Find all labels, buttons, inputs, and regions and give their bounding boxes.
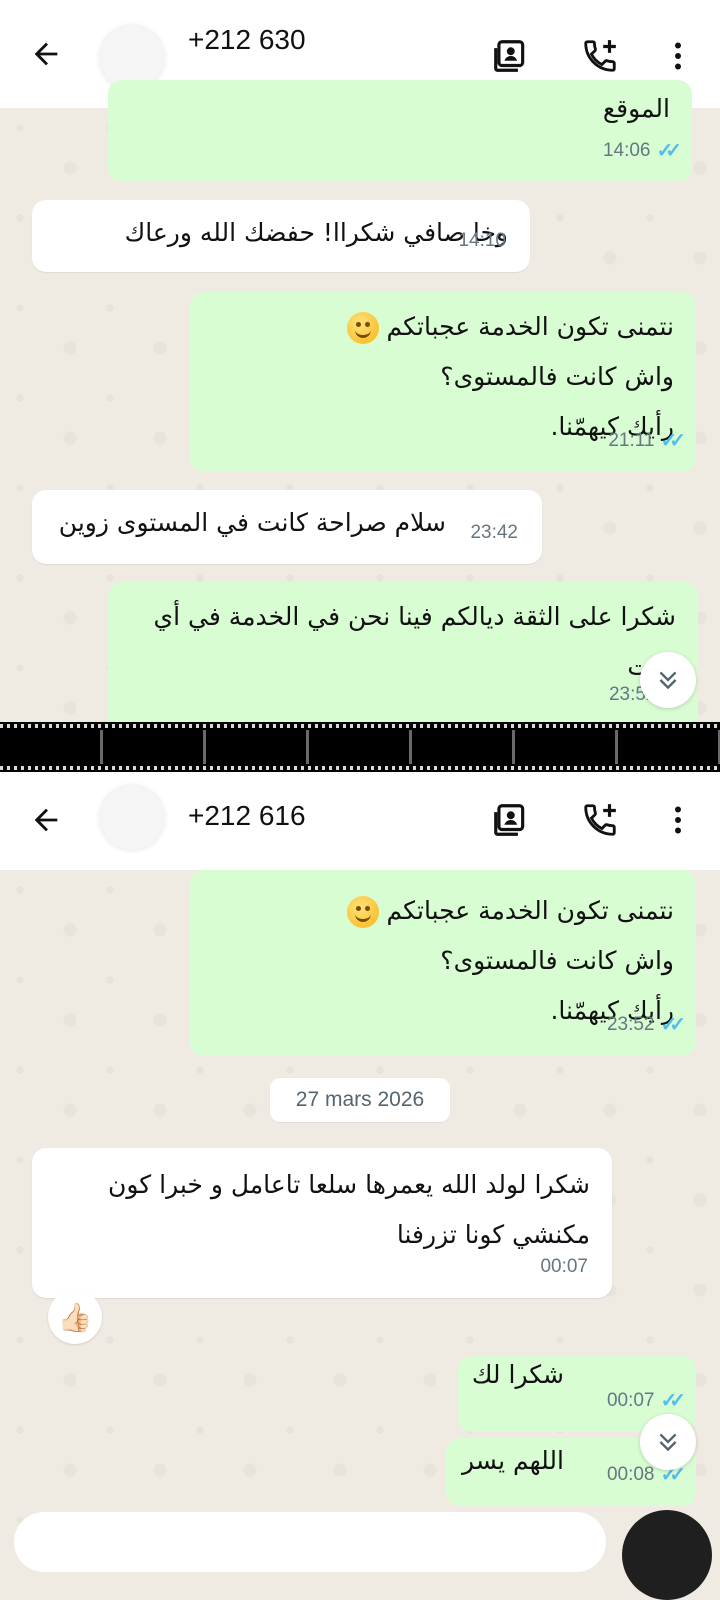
message-time: 14:06 [602, 140, 651, 161]
message-time: 00:07 [606, 1390, 655, 1411]
message-bubble-outgoing[interactable]: شكرا على الثقة ديالكم فينا نحن في الخدمة… [108, 582, 698, 722]
arrow-left-icon[interactable] [26, 800, 66, 840]
message-time: 21:11 [608, 430, 655, 451]
message-time: 00:07 [540, 1256, 588, 1277]
message-text: رأيك كيهمّنا. [550, 996, 674, 1025]
message-text: شكرا لك [471, 1360, 564, 1389]
film-holes-top [0, 724, 720, 728]
message-meta: 14:10 [458, 216, 506, 266]
message-text: شكرا على الثقة ديالكم فينا نحن في الخدمة… [153, 602, 676, 631]
message-bubble-outgoing[interactable]: نتمنى تكون الخدمة عجباتكم واش كانت فالمس… [190, 292, 696, 472]
message-bubble-incoming[interactable]: وخا صافي شكراا! حفضك الله ورعاك 14:10 [32, 200, 530, 272]
top-screenshot: +212 630 الموقع 14:06 ✓✓ وخا صافي شكراا!… [0, 0, 720, 722]
message-text: وخا صافي شكراا! حفضك الله ورعاك [124, 218, 508, 247]
read-receipt-icon: ✓✓ [660, 430, 685, 452]
message-bubble-incoming[interactable]: شكرا لولد الله يعمرها سلعا تاعامل و خبرا… [32, 1148, 612, 1298]
film-holes-bottom [0, 766, 720, 770]
smiling-face-emoji [346, 312, 379, 344]
message-meta: 14:06 ✓✓ [602, 126, 682, 176]
avatar[interactable] [100, 786, 164, 850]
message-line: نتمنى تكون الخدمة عجباتكم [212, 302, 674, 352]
message-meta: 00:07 [540, 1242, 588, 1292]
bottom-screenshot: +212 616 نتمنى تكون الخدمة عجباتكم واش ك… [0, 772, 720, 1544]
message-text: سلام صراحة كانت في المستوى زوين [58, 508, 446, 537]
message-bubble-outgoing[interactable]: نتمنى تكون الخدمة عجباتكم واش كانت فالمس… [190, 870, 696, 1056]
read-receipt-icon: ✓✓ [656, 140, 681, 162]
film-frames [0, 730, 720, 764]
message-line: نتمنى تكون الخدمة عجباتكم [212, 886, 674, 936]
message-input[interactable] [14, 1512, 606, 1572]
chat-header: +212 616 [0, 772, 720, 870]
microphone-button[interactable] [622, 1510, 712, 1600]
message-text: شكرا لولد الله يعمرها سلعا تاعامل و خبرا… [108, 1170, 590, 1199]
message-time: 14:10 [458, 230, 506, 251]
message-meta: 23:52 ✓✓ [606, 1000, 686, 1050]
message-text: مكنشي كونا تزرفنا [396, 1220, 590, 1249]
smiling-face-emoji [346, 896, 379, 928]
thumbs-up-reaction[interactable]: 👍🏻 [48, 1290, 102, 1344]
message-time: 23:42 [470, 522, 518, 543]
message-time: 23:52 [606, 1014, 655, 1035]
double-chevron-down-icon[interactable] [640, 1414, 696, 1470]
message-bubble-incoming[interactable]: سلام صراحة كانت في المستوى زوين 23:42 [32, 490, 542, 564]
message-composer [0, 1510, 720, 1600]
message-text: واش كانت فالمستوى؟ [440, 362, 674, 391]
message-meta: 21:11 ✓✓ [608, 416, 685, 466]
message-text: اللهم يسر [461, 1446, 564, 1475]
film-strip-divider [0, 722, 720, 772]
date-separator: 27 mars 2026 [270, 1078, 450, 1122]
contact-card-icon[interactable] [488, 798, 532, 842]
chat-header-cover [0, 0, 720, 108]
message-text: واش كانت فالمستوى؟ [440, 946, 674, 975]
read-receipt-icon: ✓✓ [660, 1014, 685, 1036]
message-meta: 23:42 [470, 508, 518, 558]
message-text: نتمنى تكون الخدمة عجباتكم [386, 312, 674, 341]
double-chevron-down-icon[interactable] [640, 652, 696, 708]
message-text: رأيك كيهمّنا. [550, 412, 674, 441]
contact-number[interactable]: +212 616 [188, 800, 306, 832]
add-call-icon[interactable] [578, 798, 622, 842]
more-vertical-icon[interactable] [656, 798, 700, 842]
message-text: وقت [130, 642, 676, 692]
message-text: نتمنى تكون الخدمة عجباتكم [386, 896, 674, 925]
